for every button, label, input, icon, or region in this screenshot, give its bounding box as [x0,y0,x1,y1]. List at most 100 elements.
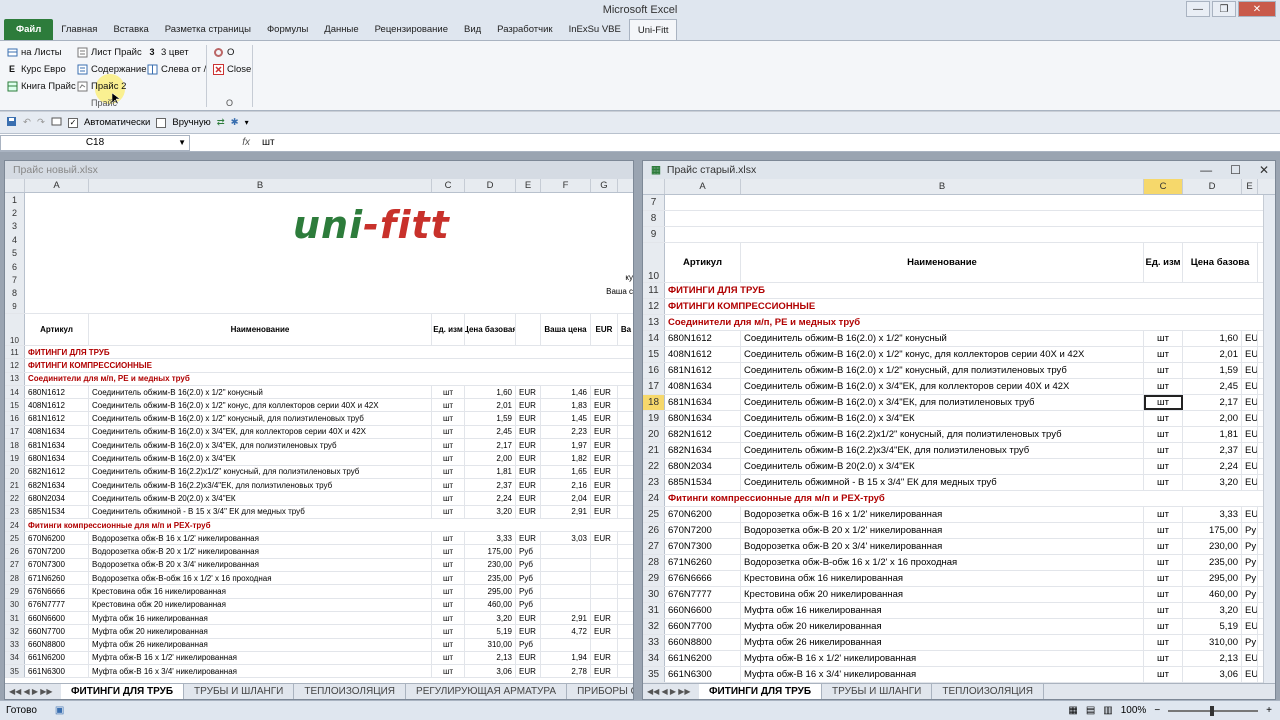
cell-g[interactable]: EUR [591,532,618,545]
cell-d[interactable]: 175,00 [465,545,516,558]
cell-d[interactable]: 3,33 [1183,507,1242,522]
cell-c[interactable]: шт [1144,363,1183,378]
cell-f[interactable]: 1,83 [541,399,591,412]
cell-a[interactable]: 680N1634 [25,452,89,465]
row-number[interactable]: 23 [643,475,665,490]
cell-d[interactable]: 175,00 [1183,523,1242,538]
cell-g[interactable]: EUR [591,665,618,678]
cell-e[interactable]: EUR [516,439,541,452]
cell-e[interactable]: Ру [1242,523,1258,538]
cell-c[interactable]: шт [1144,651,1183,666]
close-button[interactable]: Close [212,61,251,77]
cell-a[interactable]: 681N1634 [25,439,89,452]
cell-d[interactable]: 295,00 [465,585,516,598]
cell-b[interactable]: Крестовина обж 20 никелированная [741,587,1144,602]
cell-g[interactable]: EUR [591,492,618,505]
cell-c[interactable]: шт [1144,443,1183,458]
cell-c[interactable]: шт [432,385,465,399]
cell-b[interactable]: Муфта обж-В 16 х 1/2' никелированная [89,651,432,665]
cell-c[interactable]: шт [432,452,465,465]
cell-e[interactable]: EUR [516,399,541,412]
cell-e[interactable]: EUR [516,452,541,465]
cell-a[interactable]: 661N6200 [665,651,741,666]
sheet-nav-icons[interactable]: ◀◀ ◀ ▶ ▶▶ [5,687,61,696]
cell-a[interactable]: 676N7777 [665,587,741,602]
cell-b[interactable]: Соединитель обжим-В 16(2.0) х 3/4"ЕК, дл… [741,379,1144,394]
r-col-header-a[interactable]: A [665,179,741,194]
cell-c[interactable]: шт [1144,347,1183,362]
cell-a[interactable]: 408N1634 [25,425,89,439]
cell-e[interactable]: EU [1242,443,1258,458]
cell-e[interactable]: EU [1242,475,1258,490]
cell-d[interactable]: 1,60 [465,385,516,399]
macro-icon[interactable] [51,116,62,130]
col-header-a[interactable]: A [25,179,89,192]
cell-b[interactable]: Водорозетка обж-В 20 х 1/2' никелированн… [89,545,432,558]
cell-g[interactable]: EUR [591,439,618,452]
zoom-out-icon[interactable]: − [1154,705,1160,716]
cell-a[interactable]: 680N1612 [25,385,89,399]
cell-a[interactable]: 670N6200 [25,532,89,545]
cell-f[interactable]: 2,04 [541,492,591,505]
cell-d[interactable]: 2,37 [465,478,516,492]
prais-2-button[interactable]: Прайс 2 [76,78,126,94]
cell-e[interactable]: Ру [1242,555,1258,570]
zoom-slider[interactable] [1168,705,1259,716]
cell-d[interactable]: 1,59 [465,412,516,425]
cell-b[interactable]: Муфта обж-В 16 х 1/2' никелированная [741,651,1144,666]
tab-review[interactable]: Рецензирование [367,19,456,40]
cell-c[interactable]: шт [432,651,465,665]
cell-e[interactable]: Ру [1242,587,1258,602]
cell-c[interactable]: шт [1144,667,1183,682]
kniga-prais-button[interactable]: Книга Прайс [6,78,76,94]
cell-a[interactable]: 408N1612 [665,347,741,362]
cell-e[interactable]: EU [1242,667,1258,682]
cell-a[interactable]: 670N7200 [25,545,89,558]
cell-d[interactable]: 235,00 [465,572,516,585]
cell-d[interactable]: 2,17 [1183,395,1242,410]
tab-view[interactable]: Вид [456,19,489,40]
cell-d[interactable]: 2,24 [1183,459,1242,474]
r-col-header-e[interactable]: E [1242,179,1258,194]
cell-d[interactable]: 3,06 [1183,667,1242,682]
cell-b[interactable]: Муфта обж-В 16 х 3/4' никелированная [89,665,432,678]
cell-b[interactable]: Водорозетка обж-В 20 х 3/4' никелированн… [89,558,432,572]
cell-d[interactable]: 3,20 [1183,603,1242,618]
normal-view-icon[interactable]: ▦ [1068,705,1077,716]
row-number[interactable]: 25 [643,507,665,522]
sheet-tab-valves[interactable]: РЕГУЛИРУЮЩАЯ АРМАТУРА [406,684,568,699]
cell-a[interactable]: 661N6300 [25,665,89,678]
cell-f[interactable] [541,638,591,651]
cell-b[interactable]: Водорозетка обж-В-обж 16 х 1/2' х 16 про… [741,555,1144,570]
tab-data[interactable]: Данные [316,19,366,40]
cell-g[interactable]: EUR [591,412,618,425]
select-all-corner[interactable] [5,179,25,192]
r-sheet-tab-fittings[interactable]: ФИТИНГИ ДЛЯ ТРУБ [699,684,823,699]
cell-c[interactable]: шт [1144,571,1183,586]
cell-d[interactable]: 2,45 [1183,379,1242,394]
right-vertical-scrollbar[interactable] [1263,195,1275,685]
cell-c[interactable]: шт [432,505,465,518]
sleva-ot-button[interactable]: Слева от / [146,61,206,77]
cell-c[interactable]: шт [1144,427,1183,442]
o-button[interactable]: О [212,44,234,60]
row-number[interactable]: 33 [5,638,25,651]
cell-d[interactable]: 3,06 [465,665,516,678]
cell-g[interactable]: EUR [591,478,618,492]
cell-g[interactable] [591,572,618,585]
cell-b[interactable]: Муфта обж-В 16 х 3/4' никелированная [741,667,1144,682]
row-number[interactable]: 18 [5,439,25,452]
cell-a[interactable]: 685N1534 [25,505,89,518]
cell-e[interactable]: Руб [516,558,541,572]
name-box[interactable]: C18 ▼ [0,134,190,151]
cell-d[interactable]: 1,81 [465,465,516,478]
cell-e[interactable]: EUR [516,532,541,545]
cell-g[interactable]: EUR [591,625,618,638]
cell-f[interactable]: 2,16 [541,478,591,492]
redo-icon[interactable]: ↷ [37,117,45,128]
cell-e[interactable]: EUR [516,492,541,505]
cell-b[interactable]: Муфта обж 20 никелированная [741,619,1144,634]
cell-b[interactable]: Соединитель обжим-В 16(2.0) х 3/4"ЕК [89,452,432,465]
cell-b[interactable]: Соединитель обжим-В 16(2.0) х 1/2" конус… [741,331,1144,346]
row-number[interactable]: 22 [5,492,25,505]
